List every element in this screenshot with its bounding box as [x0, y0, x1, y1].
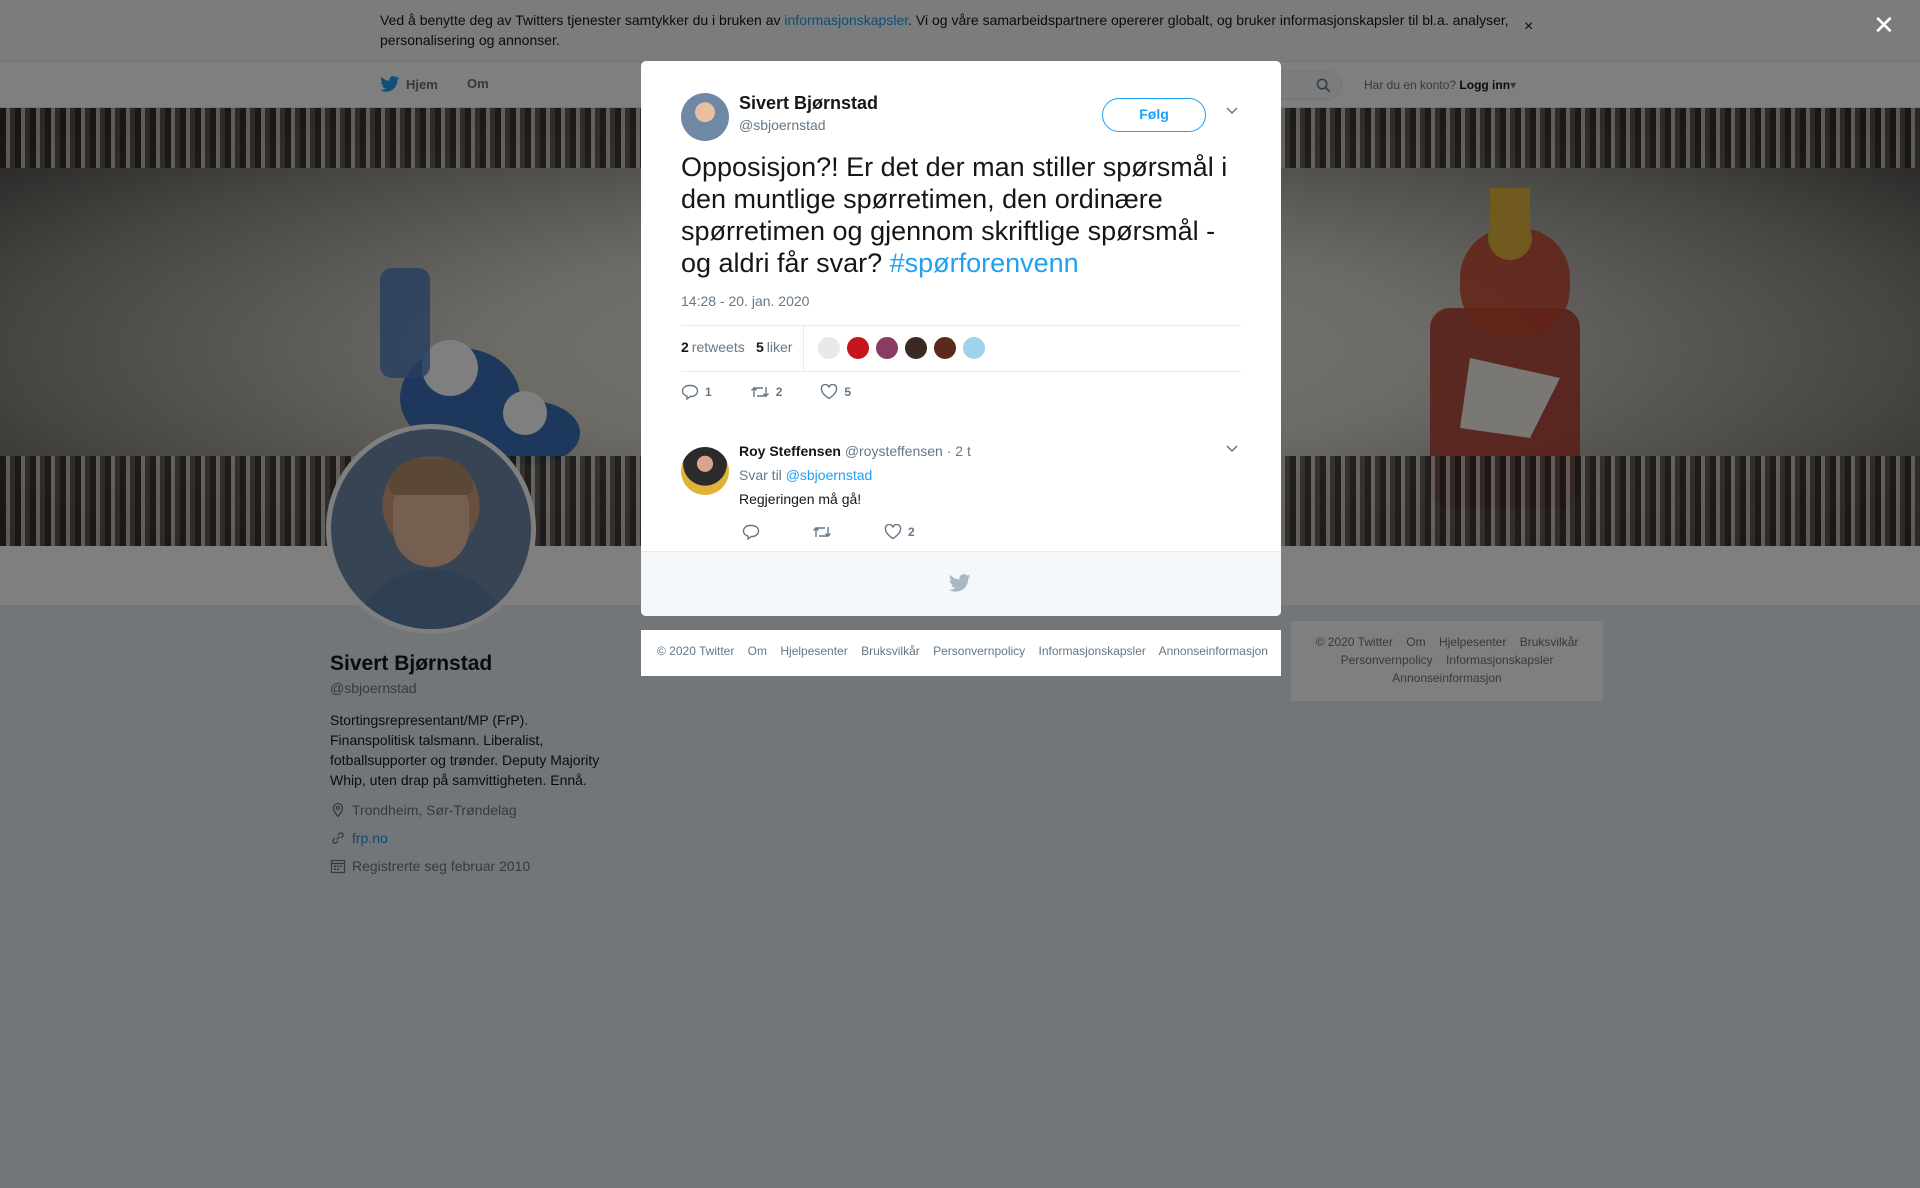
retweet-icon	[813, 527, 831, 537]
likes-stat[interactable]: 5 liker	[756, 339, 792, 355]
author-avatar[interactable]	[681, 93, 729, 141]
retweets-count: 2	[681, 339, 689, 355]
modal-footer-link-help[interactable]: Hjelpesenter	[780, 644, 847, 658]
like-button[interactable]: 5	[820, 384, 851, 400]
modal-footer-link-about[interactable]: Om	[748, 644, 767, 658]
reply-reply-button[interactable]	[742, 524, 766, 540]
close-icon[interactable]: ✕	[1873, 10, 1895, 40]
reply-author-handle[interactable]: @roysteffensen	[845, 443, 943, 459]
retweets-label: retweets	[691, 339, 745, 355]
modal-footer-link-cookies[interactable]: Informasjonskapsler	[1039, 644, 1146, 658]
stats-divider	[803, 326, 804, 371]
liker-avatar[interactable]	[962, 336, 986, 360]
likes-label: liker	[766, 339, 793, 355]
reply-author-name[interactable]: Roy Steffensen	[739, 443, 841, 459]
follow-button[interactable]: Følg	[1102, 98, 1206, 132]
liker-avatar[interactable]	[904, 336, 928, 360]
modal-footer-copyright: © 2020 Twitter	[657, 644, 735, 658]
heart-icon	[884, 524, 902, 540]
retweet-button[interactable]: 2	[750, 384, 783, 400]
like-count: 5	[844, 385, 852, 399]
tweet-modal: Sivert Bjørnstad @sbjoernstad Følg Oppos…	[641, 61, 1281, 616]
liker-avatars	[817, 336, 986, 360]
liker-avatar[interactable]	[933, 336, 957, 360]
reply-author-avatar[interactable]	[681, 447, 729, 495]
modal-footer-link-terms[interactable]: Bruksvilkår	[861, 644, 920, 658]
tweet-text: Opposisjon?! Er det der man stiller spør…	[681, 151, 1251, 279]
reply-button[interactable]: 1	[681, 384, 712, 400]
tweet-timestamp[interactable]: 14:28 - 20. jan. 2020	[681, 293, 809, 309]
reply-count: 1	[705, 385, 712, 399]
retweet-icon	[750, 387, 769, 397]
reply-retweet-button[interactable]	[812, 524, 838, 540]
chevron-down-icon[interactable]	[1225, 105, 1239, 115]
author-name[interactable]: Sivert Bjørnstad	[739, 93, 878, 114]
reply-to: Svar til @sbjoernstad	[739, 467, 872, 483]
reply-actions: 2	[742, 524, 961, 540]
reply-to-label: Svar til	[739, 467, 786, 483]
tweet-actions: 1 2 5	[681, 384, 889, 400]
modal-footer-link-ads[interactable]: Annonseinformasjon	[1159, 644, 1268, 658]
reply-like-count: 2	[908, 525, 915, 539]
tweet-stats: 2 retweets 5 liker	[681, 325, 1241, 372]
modal-footer-links: © 2020 Twitter Om Hjelpesenter Bruksvilk…	[641, 630, 1281, 676]
heart-icon	[821, 384, 838, 400]
liker-avatar[interactable]	[846, 336, 870, 360]
liker-avatar[interactable]	[875, 336, 899, 360]
retweets-stat[interactable]: 2 retweets	[681, 339, 745, 355]
modal-footer-link-privacy[interactable]: Personvernpolicy	[933, 644, 1025, 658]
reply-icon	[681, 384, 699, 400]
author-handle[interactable]: @sbjoernstad	[739, 117, 826, 133]
liker-avatar[interactable]	[817, 336, 841, 360]
reply-text: Regjeringen må gå!	[739, 491, 862, 507]
reply-to-handle-link[interactable]: @sbjoernstad	[786, 467, 873, 483]
retweet-count: 2	[775, 385, 783, 399]
reply-like-button[interactable]: 2	[884, 524, 915, 540]
hashtag-link[interactable]: #spørforenvenn	[890, 248, 1079, 278]
chevron-down-icon[interactable]	[1225, 443, 1239, 453]
reply-icon	[742, 524, 760, 540]
reply-time[interactable]: · 2 t	[947, 443, 971, 459]
reply-header: Roy Steffensen @roysteffensen · 2 t	[739, 443, 971, 459]
likes-count: 5	[756, 339, 764, 355]
twitter-bird-icon	[949, 574, 971, 592]
modal-footer	[641, 551, 1281, 616]
